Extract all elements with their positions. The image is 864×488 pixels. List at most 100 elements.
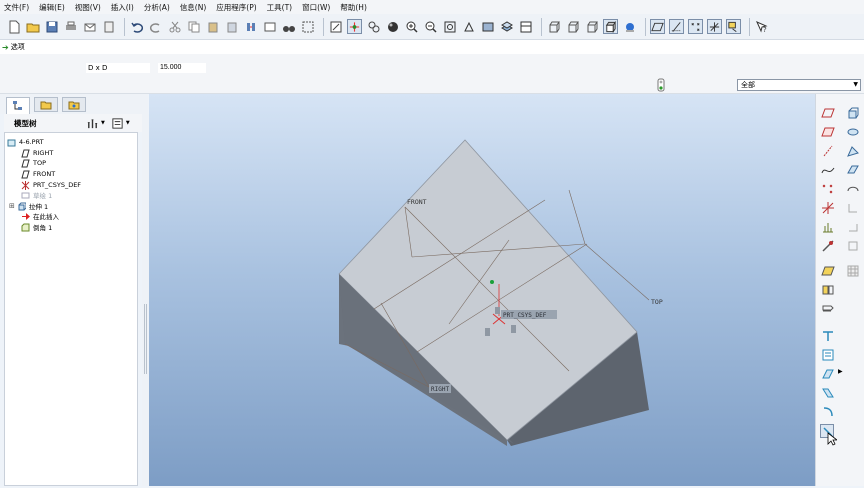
cut-button[interactable] — [167, 19, 182, 34]
sketched-curve-tool-button[interactable] — [821, 163, 835, 177]
hole-tool-button[interactable] — [846, 182, 860, 196]
layers-button[interactable] — [499, 19, 514, 34]
rib-tool-button[interactable] — [846, 220, 860, 234]
appearance-button[interactable] — [385, 19, 400, 34]
round-tool-button[interactable] — [821, 405, 835, 419]
menu-view[interactable]: 视图(V) — [75, 2, 101, 13]
tree-item-csys[interactable]: PRT_CSYS_DEF — [21, 180, 81, 190]
right-plane-label[interactable]: RIGHT — [431, 386, 449, 393]
shell-tool-button[interactable] — [846, 201, 860, 215]
menu-tools[interactable]: 工具(T) — [267, 2, 292, 13]
dimension-value-input[interactable] — [158, 63, 206, 73]
settings-icon[interactable] — [86, 117, 99, 130]
tab-favorites[interactable] — [62, 97, 86, 112]
reorient-button[interactable] — [461, 19, 476, 34]
tree-item-extrude[interactable]: ⊞ 拉伸 1 — [9, 201, 48, 211]
chevron-down-icon[interactable]: ▼ — [101, 120, 105, 126]
tree-item-part[interactable]: 4-6.PRT — [7, 137, 44, 147]
spin-center-button[interactable] — [347, 19, 362, 34]
dimension-scheme-field[interactable]: D x D — [86, 63, 150, 73]
redo-button[interactable] — [148, 19, 163, 34]
front-plane-label[interactable]: FRONT — [407, 198, 427, 206]
zoom-in-button[interactable] — [404, 19, 419, 34]
menu-info[interactable]: 信息(N) — [180, 2, 206, 13]
saved-views-button[interactable] — [480, 19, 495, 34]
chevron-down-icon[interactable]: ▼ — [126, 120, 130, 126]
reference-tool-button[interactable] — [821, 239, 835, 253]
datum-axis-tool-button[interactable] — [821, 125, 835, 139]
merge-tool-button[interactable] — [821, 302, 835, 316]
datum-axes-toggle[interactable] — [669, 19, 684, 34]
trim-tool-button[interactable] — [821, 329, 835, 343]
datum-curve-tool-button[interactable] — [821, 144, 835, 158]
repaint-button[interactable] — [328, 19, 343, 34]
copy-feature-button[interactable] — [821, 264, 835, 278]
no-hidden-button[interactable] — [584, 19, 599, 34]
navigator-sash[interactable] — [142, 114, 149, 486]
extend-tool-button[interactable] — [821, 367, 835, 381]
open-button[interactable] — [25, 19, 40, 34]
view-manager-button[interactable] — [518, 19, 533, 34]
copy-button[interactable] — [186, 19, 201, 34]
chevron-right-icon[interactable]: ▶ — [838, 368, 852, 382]
menu-help[interactable]: 帮助(H) — [340, 2, 367, 13]
analysis-tool-button[interactable] — [821, 220, 835, 234]
tree-item-sketch[interactable]: 草绘 1 — [21, 190, 52, 200]
tree-item-right[interactable]: RIGHT — [21, 148, 53, 158]
csys-toggle[interactable] — [707, 19, 722, 34]
paste-special-button[interactable] — [224, 19, 239, 34]
paste-button[interactable] — [205, 19, 220, 34]
sweep-tool-button[interactable] — [846, 144, 860, 158]
graphics-window[interactable]: FRONT TOP RIGHT PRT_CSYS_DEF — [149, 94, 815, 486]
context-help-button[interactable]: ? — [754, 19, 769, 34]
blend-tool-button[interactable] — [846, 163, 860, 177]
menu-analysis[interactable]: 分析(A) — [144, 2, 170, 13]
draft-tool-button[interactable] — [846, 239, 860, 253]
extrude-tool-button[interactable] — [846, 106, 860, 120]
wireframe-button[interactable] — [546, 19, 561, 34]
csys-tool-button[interactable] — [821, 201, 835, 215]
menu-window[interactable]: 窗口(W) — [302, 2, 330, 13]
tree-item-insert-here[interactable]: 在此插入 — [21, 211, 59, 221]
tab-folder-browser[interactable] — [34, 97, 58, 112]
pattern-tool-button[interactable] — [846, 264, 860, 278]
sash-grip[interactable] — [144, 304, 147, 374]
attach-button[interactable] — [101, 19, 116, 34]
menu-file[interactable]: 文件(F) — [4, 2, 29, 13]
tree-item-top[interactable]: TOP — [21, 158, 46, 168]
select-box-button[interactable] — [300, 19, 315, 34]
datum-planes-toggle[interactable] — [650, 19, 665, 34]
datum-points-toggle[interactable] — [688, 19, 703, 34]
datum-point-tool-button[interactable] — [821, 182, 835, 196]
menu-applications[interactable]: 应用程序(P) — [216, 2, 256, 13]
print-button[interactable] — [63, 19, 78, 34]
selection-filter-select[interactable]: 全部 ▼ — [737, 79, 861, 91]
offset-tool-button[interactable] — [821, 348, 835, 362]
mirror-tool-button[interactable] — [821, 283, 835, 297]
enhanced-realism-button[interactable] — [622, 19, 637, 34]
zoom-out-button[interactable] — [423, 19, 438, 34]
tree-item-chamfer[interactable]: 倒角 1 — [21, 222, 52, 232]
expand-icon[interactable]: ⊞ — [9, 202, 15, 210]
menu-insert[interactable]: 插入(I) — [111, 2, 134, 13]
drag-handle[interactable] — [495, 307, 500, 314]
csys-label[interactable]: PRT_CSYS_DEF — [503, 312, 547, 319]
shading-button[interactable] — [603, 19, 618, 34]
tab-model-tree[interactable] — [6, 97, 30, 114]
undo-button[interactable] — [129, 19, 144, 34]
drag-handle[interactable] — [511, 325, 516, 333]
orient-mode-button[interactable] — [366, 19, 381, 34]
save-button[interactable] — [44, 19, 59, 34]
annotations-toggle[interactable] — [726, 19, 741, 34]
revolve-tool-button[interactable] — [846, 125, 860, 139]
regenerate-button[interactable] — [243, 19, 258, 34]
find-button[interactable] — [281, 19, 296, 34]
show-options-icon[interactable] — [111, 117, 124, 130]
hidden-line-button[interactable] — [565, 19, 580, 34]
regen-manager-button[interactable] — [262, 19, 277, 34]
drag-handle[interactable] — [485, 328, 490, 336]
tree-item-front[interactable]: FRONT — [21, 169, 55, 179]
menu-edit[interactable]: 编辑(E) — [39, 2, 65, 13]
top-plane-label[interactable]: TOP — [651, 298, 663, 306]
send-mail-button[interactable] — [82, 19, 97, 34]
